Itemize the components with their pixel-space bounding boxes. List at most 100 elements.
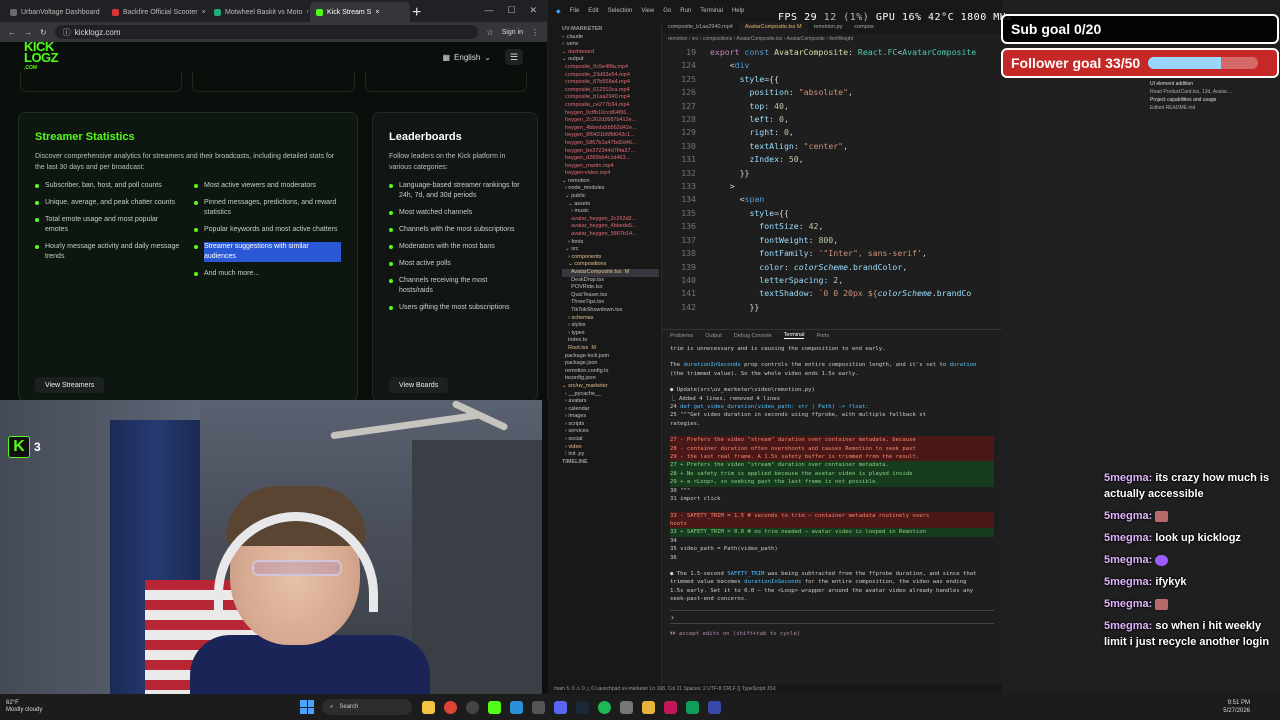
explorer-item[interactable]: ⁝ init .py [562, 451, 659, 459]
site-info-icon[interactable]: ⓘ [63, 27, 71, 38]
explorer-item[interactable]: heygen_0cffb10ccd64f96... [562, 110, 659, 118]
explorer-item[interactable]: › fonts [562, 239, 659, 247]
terminal[interactable]: trim is unnecessary and is causing the c… [662, 341, 1002, 694]
view-boards-button[interactable]: View Boards [389, 377, 449, 393]
menu-item-help[interactable]: Help [732, 8, 744, 14]
settings-icon[interactable] [620, 700, 633, 714]
explorer-item[interactable]: index.ts [562, 337, 659, 345]
explorer-item[interactable]: composite_0c5e4f8a.mp4 [562, 64, 659, 72]
explorer-item[interactable]: AvatarComposite.tsx M [562, 269, 659, 277]
explorer-item[interactable]: › images [562, 413, 659, 421]
chat-username[interactable]: 5megma: [1104, 620, 1152, 632]
menu-item-edit[interactable]: Edit [588, 8, 598, 14]
menu-item-run[interactable]: Run [680, 8, 691, 14]
editor-tab[interactable]: AvatarComposite.tsx M [738, 22, 808, 34]
explorer-item[interactable]: TIMELINE [562, 459, 659, 467]
explorer-item[interactable]: › styles [562, 322, 659, 330]
bookmark-star-icon[interactable]: ☆ [486, 28, 493, 37]
system-clock[interactable]: 9:51 PM 5/27/2026 [1223, 699, 1280, 715]
app-icon[interactable] [686, 700, 699, 714]
explorer-item[interactable]: › video [562, 444, 659, 452]
explorer-item[interactable]: › music [562, 208, 659, 216]
explorer-item[interactable]: Root.tsx M [562, 345, 659, 353]
close-tab-icon[interactable]: × [306, 9, 308, 16]
explorer-item[interactable]: ⌄ public [562, 193, 659, 201]
explorer-item[interactable]: heygen_2c262d2687b412e... [562, 117, 659, 125]
folder-icon[interactable] [642, 700, 655, 714]
explorer-item[interactable]: package-lock.json [562, 353, 659, 361]
explorer-item[interactable]: UV-MARKETER [562, 26, 659, 34]
terminal-icon[interactable] [532, 700, 545, 714]
explorer-item[interactable]: composite_612910ca.mp4 [562, 87, 659, 95]
editor-tab[interactable]: compos [848, 22, 879, 34]
explorer-item[interactable]: › schemas [562, 315, 659, 323]
forward-icon[interactable]: → [24, 28, 32, 37]
close-tab-icon[interactable]: × [202, 9, 206, 16]
editor-tab[interactable]: composite_b1aa2940.mp4 [662, 22, 739, 34]
maximize-icon[interactable]: ☐ [507, 5, 515, 16]
browser-menu-icon[interactable]: ⋮ [531, 28, 539, 37]
panel-tab-problems[interactable]: Problems [670, 333, 693, 339]
panel-tab-terminal[interactable]: Terminal [783, 332, 805, 339]
chat-username[interactable]: 5megma: [1104, 472, 1152, 484]
explorer-item[interactable]: heygen_5867b1a47bd2d46... [562, 140, 659, 148]
vscode-icon[interactable] [510, 700, 523, 714]
new-tab-icon[interactable]: + [412, 4, 421, 22]
taskbar-search[interactable]: ⌕ Search [322, 699, 412, 715]
panel-tab-output[interactable]: Output [705, 333, 722, 339]
explorer-item[interactable]: ThreeTips.tsx [562, 299, 659, 307]
explorer-item[interactable]: › __pycache__ [562, 391, 659, 399]
close-tab-icon[interactable]: × [375, 9, 379, 16]
kick-app-icon[interactable] [488, 700, 501, 714]
explorer-item[interactable]: POVRide.tsx [562, 284, 659, 292]
app-icon[interactable] [664, 700, 677, 714]
windows-start-icon[interactable] [300, 700, 314, 714]
menu-item-view[interactable]: View [641, 8, 654, 14]
explorer-item[interactable]: ⌄ remotion [562, 178, 659, 186]
weather-widget[interactable]: 62°F Mostly cloudy [0, 700, 70, 714]
menu-item-file[interactable]: File [570, 8, 580, 14]
explorer-item[interactable]: heygen_d285bb4c1d463... [562, 155, 659, 163]
browser-tab[interactable]: Motwheel Baskit vs Moto× [208, 2, 308, 22]
close-icon[interactable]: ✕ [529, 5, 537, 16]
explorer-item[interactable]: › node_modules [562, 185, 659, 193]
editor-tab[interactable]: remotion.py [808, 22, 849, 34]
explorer-item[interactable]: heygen_be372344d7f4a37... [562, 148, 659, 156]
explorer-item[interactable]: ⌄ assets [562, 201, 659, 209]
explorer-item[interactable]: TikTokShowdown.tsx [562, 307, 659, 315]
session-item[interactable]: UI element addition [1150, 80, 1280, 88]
explorer-item[interactable]: › services [562, 428, 659, 436]
claude-prompt-input[interactable]: › [670, 609, 994, 624]
explorer-item[interactable]: ⌄ output [562, 56, 659, 64]
app-icon[interactable] [708, 700, 721, 714]
code-editor[interactable]: 19 export const AvatarComposite: React.FC… [662, 44, 1002, 329]
explorer-item[interactable]: avatar_heygen_5867b14... [562, 231, 659, 239]
browser-tab[interactable]: UrbanVoltage Dashboard× [4, 2, 104, 22]
chat-username[interactable]: 5megma: [1104, 510, 1152, 522]
explorer-item[interactable]: › avatars [562, 398, 659, 406]
discord-icon[interactable] [554, 700, 567, 714]
browser-tab[interactable]: Kick Stream S × [310, 2, 410, 22]
session-item[interactable]: Edited README.md [1150, 104, 1280, 112]
explorer-item[interactable]: ⌄ compositions [562, 261, 659, 269]
chat-username[interactable]: 5megma: [1104, 576, 1152, 588]
explorer-item[interactable]: ⌄ src [562, 246, 659, 254]
explorer-item[interactable]: composite_b1aa2940.mp4 [562, 94, 659, 102]
explorer-item[interactable]: heygen_martin.mp4 [562, 163, 659, 171]
hamburger-menu-button[interactable]: ☰ [505, 49, 523, 65]
explorer-item[interactable]: remotion.config.ts [562, 368, 659, 376]
back-icon[interactable]: ← [8, 28, 16, 37]
explorer-item[interactable]: › social [562, 436, 659, 444]
explorer-item[interactable]: avatar_heygen_2c262d2... [562, 216, 659, 224]
signin-button[interactable]: Sign in [502, 29, 523, 36]
url-field[interactable]: ⓘ kicklogz.com [54, 25, 479, 39]
menu-item-go[interactable]: Go [663, 8, 671, 14]
session-item[interactable]: Read ProductCard.tsx, 13d, Avatar… [1150, 88, 1280, 96]
chat-username[interactable]: 5megma: [1104, 532, 1152, 544]
explorer-item[interactable]: composite_23d63e54.mp4 [562, 72, 659, 80]
explorer-item[interactable]: › calendar [562, 406, 659, 414]
explorer-item[interactable]: › .venv [562, 41, 659, 49]
view-streamers-button[interactable]: View Streamers [35, 377, 105, 393]
kicklogz-logo[interactable]: KICK LOGZ .COM [24, 40, 59, 74]
explorer-item[interactable]: › .claude [562, 34, 659, 42]
